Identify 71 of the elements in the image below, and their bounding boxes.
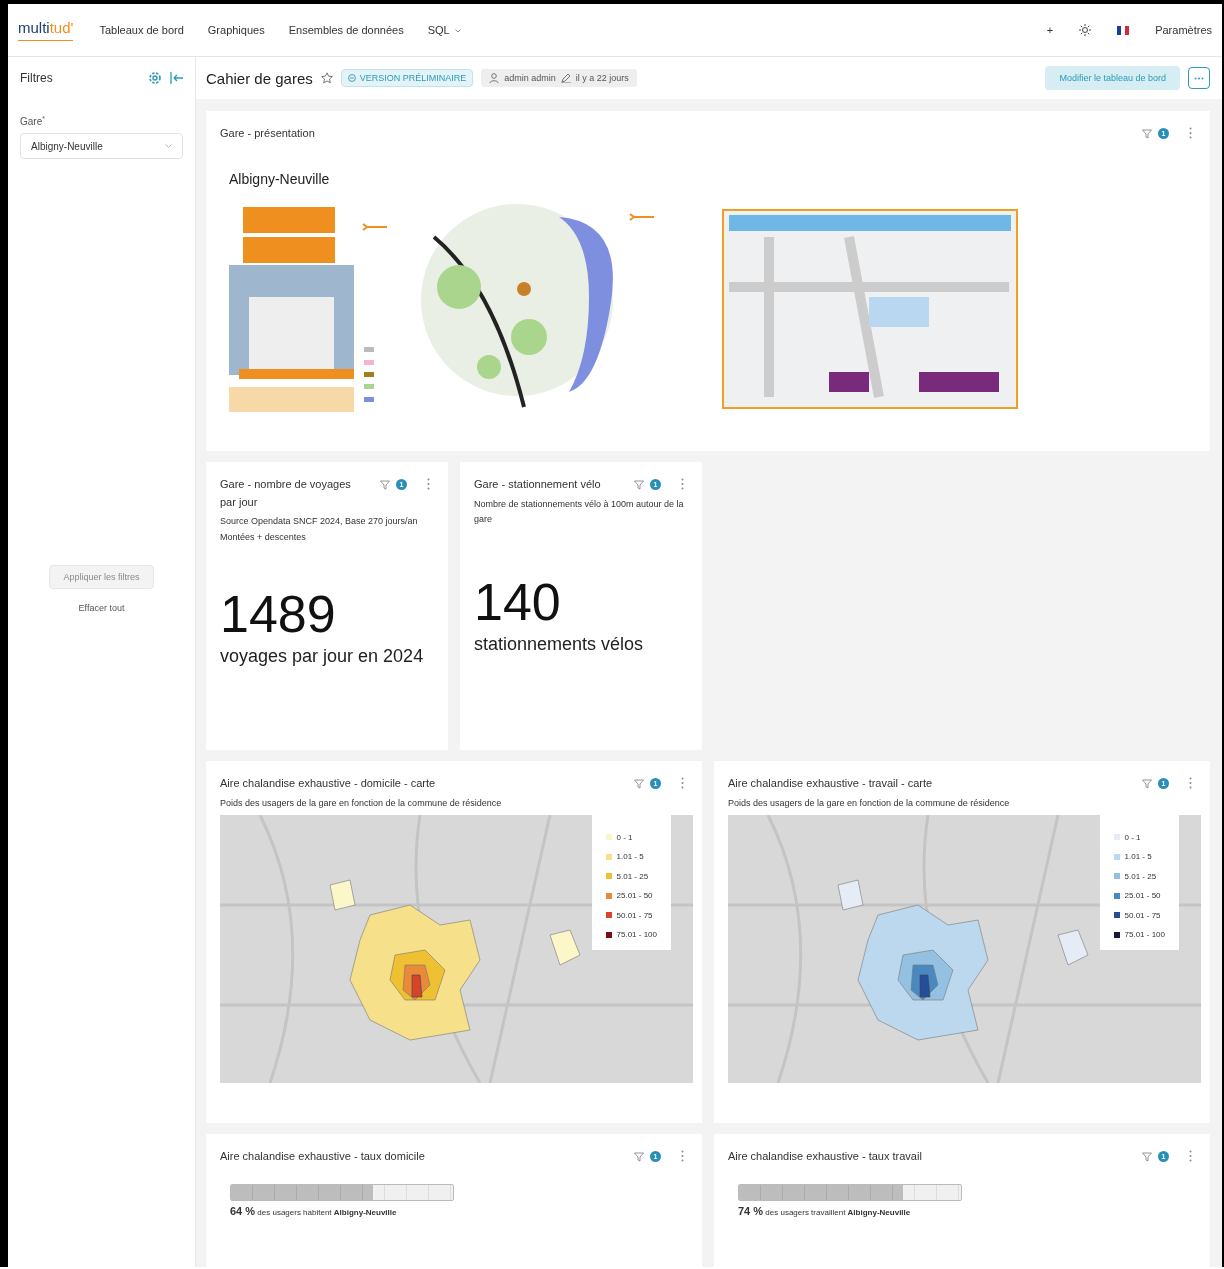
kebab-menu-icon[interactable] [1189,1150,1192,1162]
filters-title: Filtres [20,71,54,85]
legend-label: 0 - 1 [1124,832,1141,842]
dashboard-title: Cahier de gares [206,69,313,87]
add-menu[interactable]: + [1046,24,1054,36]
chevron-down-icon [454,29,461,34]
big-number: 140 [474,576,562,629]
legend-label: 1.01 - 5 [616,852,644,862]
user-icon [489,73,500,83]
nav-menu-item[interactable]: Ensembles de données [288,24,404,36]
filter-icon[interactable] [380,480,390,490]
filter-icon[interactable] [634,480,644,490]
chart-title: Aire chalandise exhaustive - taux travail [728,1149,923,1164]
big-number: 1489 [220,587,337,640]
filter-icon[interactable] [1142,779,1152,789]
kebab-menu-icon[interactable] [1189,127,1192,139]
legend-label: 5.01 - 25 [1124,871,1157,881]
chevron-down-icon [165,144,172,149]
pencil-icon [560,73,571,83]
station-select[interactable]: Albigny-Neuville [20,133,183,160]
kebab-menu-icon[interactable] [1189,777,1192,789]
nav-menu-item[interactable]: Tableaux de bord [99,24,184,36]
chart-subtitle: Poids des usagers de la gare en fonction de la commune de résidence [220,796,503,810]
status-label: VERSION PRÉLIMINAIRE [359,73,467,83]
station-heading: Albigny-Neuville [229,170,331,187]
chart-subtitle: Nombre de stationnements vélo à 100m autour de la gare [474,497,685,527]
big-number-label: voyages par jour en 2024 [220,645,425,667]
legend-label: 0 - 1 [616,832,633,842]
logo[interactable]: multitud' [18,19,74,41]
legend-label: 75.01 - 100 [1124,930,1165,940]
legend-label: 25.01 - 50 [1124,891,1161,901]
chart-title: Gare - nombre de voyages par jour [220,477,352,510]
chart-subtitle: Source Opendata SNCF 2024, Base 270 jours/an Montées + descentes [220,515,419,544]
chart-title: Gare - stationnement vélo [474,477,602,492]
legend-label: 25.01 - 50 [616,891,653,901]
field-label: Gare$^{*}$ [20,115,46,128]
filter-icon[interactable] [1142,129,1152,139]
legend-label: 50.01 - 75 [616,910,653,920]
chart-subtitle: Poids des usagers de la gare en fonction de la commune de résidence [728,796,1011,810]
modified-time: il y a 22 jours [575,73,629,83]
chart-title: Aire chalandise exhaustive - domicile - carte [220,776,437,791]
kebab-menu-icon[interactable] [681,1150,684,1162]
kebab-menu-icon[interactable] [681,478,684,490]
kebab-menu-icon[interactable] [681,777,684,789]
settings-menu[interactable]: Paramètres [1155,24,1212,36]
progress-caption: 64 % des usagers habitent Albigny-Neuville [230,1204,398,1217]
filter-icon[interactable] [634,1152,644,1162]
kebab-menu-icon[interactable] [427,478,430,490]
theme-sun-icon[interactable] [1079,24,1092,36]
settings-icon[interactable] [148,71,162,85]
clear-all-link[interactable]: Effacer tout [78,603,125,614]
star-icon[interactable] [320,72,333,84]
chart-title: Gare - présentation [220,126,316,141]
legend-label: 50.01 - 75 [1124,910,1161,920]
filter-icon[interactable] [634,779,644,789]
nav-menu-item[interactable]: Graphiques [207,24,265,36]
legend-label: 5.01 - 25 [616,871,649,881]
progress-caption: 74 % des usagers travaillent Albigny-Neuville [738,1204,912,1217]
flag-icon[interactable] [1117,25,1130,35]
collapse-icon[interactable] [170,72,183,84]
chart-title: Aire chalandise exhaustive - travail - carte [728,776,934,791]
legend-label: 1.01 - 5 [1124,852,1152,862]
minus-circle-icon [347,74,356,82]
more-icon [1194,76,1204,80]
chart-title: Aire chalandise exhaustive - taux domicile [220,1149,426,1164]
big-number-label: stationnements vélos [474,634,645,656]
legend-label: 75.01 - 100 [616,930,657,940]
filter-icon[interactable] [1142,1152,1152,1162]
nav-menu-item[interactable]: SQL [427,24,461,36]
more-button[interactable] [1188,67,1210,89]
owner-name: admin admin [504,73,556,83]
